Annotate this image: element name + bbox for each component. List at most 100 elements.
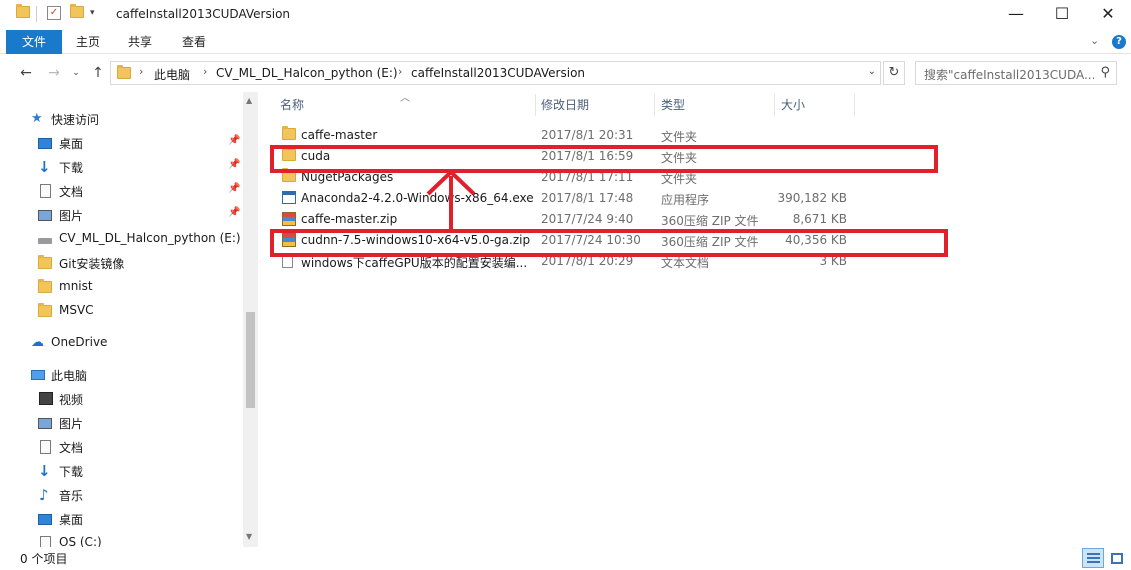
customize-toolbar-icon[interactable]: ▾ (90, 8, 95, 18)
pin-icon[interactable]: 📌 (228, 159, 240, 170)
sidebar-item-pictures[interactable]: 图片 📌 (0, 204, 240, 226)
title-bar: ✓ ▾ caffeInstall2013CUDAVersion — ☐ ✕ (0, 0, 1131, 30)
up-button[interactable]: ↑ (88, 64, 108, 82)
file-size: 390,182 KB (777, 191, 847, 205)
sidebar-item-quick-access[interactable]: ★ 快速访问 (0, 108, 240, 130)
sidebar-item-onedrive[interactable]: ☁ OneDrive (0, 332, 240, 354)
column-divider[interactable] (774, 94, 775, 116)
breadcrumb-separator-icon[interactable]: › (139, 65, 143, 78)
annotation-arrow (426, 169, 476, 232)
tab-share[interactable]: 共享 (118, 30, 162, 54)
window-title: caffeInstall2013CUDAVersion (116, 7, 291, 21)
maximize-button[interactable]: ☐ (1039, 0, 1085, 30)
minimize-button[interactable]: — (993, 0, 1039, 30)
address-dropdown-icon[interactable]: ⌄ (868, 66, 876, 77)
sidebar-item-label: 音乐 (59, 489, 84, 503)
music-icon: ♪ (39, 486, 49, 504)
sidebar-item-label: 文档 (59, 185, 84, 199)
sidebar-item-downloads-pc[interactable]: ↓ 下载 (0, 460, 240, 482)
document-icon (40, 184, 51, 198)
picture-icon (38, 418, 52, 429)
sidebar-item-downloads[interactable]: ↓ 下载 📌 (0, 156, 240, 178)
table-row[interactable]: Anaconda2-4.2.0-Windows-x86_64.exe 2017/… (276, 188, 876, 209)
column-divider[interactable] (535, 94, 536, 116)
file-size: 8,671 KB (792, 212, 847, 226)
sidebar-scrollbar[interactable]: ▲ ▼ (243, 92, 258, 547)
sidebar-item-documents-pc[interactable]: 文档 (0, 436, 240, 458)
expand-ribbon-icon[interactable]: ⌄ (1090, 34, 1099, 47)
help-icon[interactable]: ? (1112, 35, 1126, 49)
magnifier-icon[interactable]: ⚲ (1100, 65, 1110, 80)
details-view-button[interactable] (1082, 548, 1104, 568)
close-icon: ✕ (1101, 4, 1115, 23)
sidebar-item-label: 文档 (59, 441, 84, 455)
breadcrumb-separator-icon[interactable]: › (398, 65, 402, 78)
breadcrumb-current-folder[interactable]: caffeInstall2013CUDAVersion (411, 66, 585, 80)
exe-icon (282, 191, 296, 204)
pin-icon[interactable]: 📌 (228, 135, 240, 146)
highlight-box-cudnn (270, 229, 948, 257)
scroll-down-icon[interactable]: ▼ (246, 532, 252, 541)
properties-icon[interactable]: ✓ (47, 6, 61, 20)
close-button[interactable]: ✕ (1085, 0, 1131, 30)
address-bar[interactable]: › 此电脑 › CV_ML_DL_Halcon_python (E:) › ca… (110, 61, 881, 85)
chevron-down-icon: ⌄ (72, 68, 80, 78)
arrow-right-icon: → (48, 65, 60, 81)
sidebar-item-msvc[interactable]: MSVC (0, 300, 240, 322)
tab-view[interactable]: 查看 (172, 30, 216, 54)
column-header-size[interactable]: 大小 (781, 92, 851, 118)
sidebar-item-documents[interactable]: 文档 📌 (0, 180, 240, 202)
scrollbar-thumb[interactable] (246, 312, 255, 408)
tab-file[interactable]: 文件 (6, 30, 62, 54)
file-name: Anaconda2-4.2.0-Windows-x86_64.exe (301, 191, 534, 205)
table-row[interactable]: caffe-master 2017/8/1 20:31 文件夹 (276, 125, 876, 146)
drive-icon (40, 536, 51, 547)
highlight-box-cuda (270, 145, 938, 173)
pin-icon[interactable]: 📌 (228, 207, 240, 218)
column-label: 名称 (280, 98, 305, 112)
new-folder-icon[interactable] (70, 4, 84, 18)
document-icon (40, 440, 51, 454)
column-divider[interactable] (854, 94, 855, 116)
column-header-name[interactable]: 名称 ︿ (280, 92, 535, 118)
forward-button[interactable]: → (44, 64, 64, 82)
scroll-up-icon[interactable]: ▲ (246, 96, 252, 105)
back-button[interactable]: ← (16, 64, 36, 82)
item-count: 0 个项目 (20, 552, 68, 566)
column-divider[interactable] (654, 94, 655, 116)
sidebar-item-desktop-pc[interactable]: 桌面 (0, 508, 240, 530)
tab-home[interactable]: 主页 (66, 30, 110, 54)
file-name: caffe-master (301, 128, 378, 142)
sidebar-item-mnist[interactable]: mnist (0, 276, 240, 298)
folder-icon (38, 303, 52, 319)
table-row[interactable]: caffe-master.zip 2017/7/24 9:40 360压缩 ZI… (276, 209, 876, 230)
sidebar-item-drive-e[interactable]: CV_ML_DL_Halcon_python (E:) (0, 228, 241, 250)
breadcrumb-this-pc[interactable]: 此电脑 (154, 66, 190, 83)
sidebar-item-git-mirror[interactable]: Git安装镜像 (0, 252, 240, 274)
recent-locations-button[interactable]: ⌄ (66, 64, 86, 82)
column-header-type[interactable]: 类型 (661, 92, 771, 118)
sidebar-item-this-pc[interactable]: 此电脑 (0, 364, 240, 386)
navigation-pane: ★ 快速访问 桌面 📌 ↓ 下载 📌 文档 📌 图片 📌 CV_ML_DL_Ha… (0, 92, 258, 547)
sidebar-item-videos[interactable]: 视频 (0, 388, 240, 410)
breadcrumb-drive[interactable]: CV_ML_DL_Halcon_python (E:) (216, 66, 398, 80)
status-bar: 0 个项目 (0, 547, 1131, 570)
address-row: ← → ⌄ ↑ › 此电脑 › CV_ML_DL_Halcon_python (… (0, 58, 1131, 88)
breadcrumb-separator-icon[interactable]: › (203, 65, 207, 78)
large-icons-view-button[interactable] (1106, 548, 1128, 568)
video-icon (39, 392, 53, 405)
folder-icon (38, 255, 52, 271)
zip-icon (282, 212, 296, 226)
sidebar-item-pictures-pc[interactable]: 图片 (0, 412, 240, 434)
folder-icon (38, 279, 52, 295)
sidebar-item-desktop[interactable]: 桌面 📌 (0, 132, 240, 154)
folder-icon[interactable] (16, 4, 30, 18)
refresh-button[interactable]: ↻ (883, 61, 905, 85)
sidebar-item-music[interactable]: ♪ 音乐 (0, 484, 240, 506)
sidebar-item-drive-c[interactable]: OS (C:) (0, 532, 240, 547)
pin-icon[interactable]: 📌 (228, 183, 240, 194)
download-icon: ↓ (38, 158, 51, 176)
column-header-date[interactable]: 修改日期 (541, 92, 651, 118)
search-input[interactable]: 搜索"caffeInstall2013CUDA... ⚲ (915, 61, 1117, 85)
refresh-icon: ↻ (888, 65, 900, 80)
